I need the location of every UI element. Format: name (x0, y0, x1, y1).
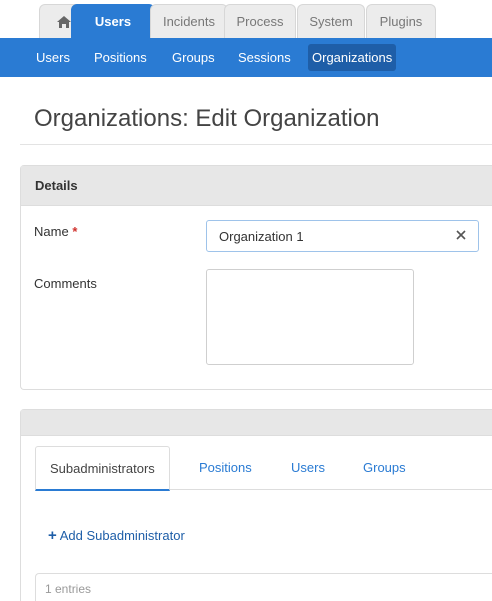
details-panel: Details Name * Comments (20, 165, 492, 390)
entries-count: 1 entries (45, 582, 92, 596)
details-panel-header: Details (21, 166, 492, 206)
name-label-text: Name (34, 224, 69, 239)
comments-textarea[interactable] (206, 269, 414, 365)
home-icon (57, 15, 71, 28)
top-tab-bar: Users Incidents Process System Plugins (0, 0, 492, 38)
members-tab-row: Subadministrators Positions Users Groups (35, 446, 492, 491)
tab-groups[interactable]: Groups (363, 446, 406, 490)
page-title: Organizations: Edit Organization (34, 105, 380, 132)
sub-navigation: Users Positions Groups Sessions Organiza… (0, 38, 492, 77)
tab-system[interactable]: System (297, 4, 365, 38)
required-marker: * (72, 224, 78, 239)
add-subadministrator-link[interactable]: + Add Subadministrator (48, 527, 185, 544)
details-header-label: Details (35, 178, 78, 193)
tab-process[interactable]: Process (224, 4, 296, 38)
members-panel-header (21, 410, 492, 436)
plus-icon: + (48, 527, 57, 544)
name-label: Name * (34, 224, 77, 239)
name-field[interactable] (206, 220, 479, 252)
tab-incidents[interactable]: Incidents (150, 4, 228, 38)
entries-container: 1 entries (35, 573, 492, 601)
title-divider (20, 144, 492, 145)
add-subadministrator-label: Add Subadministrator (59, 528, 185, 543)
subnav-positions[interactable]: Positions (90, 44, 151, 71)
subnav-users[interactable]: Users (32, 44, 74, 71)
tab-users[interactable]: Users (71, 4, 155, 38)
tab-subadministrators[interactable]: Subadministrators (35, 446, 170, 491)
clear-icon[interactable] (454, 228, 468, 242)
tab-positions[interactable]: Positions (199, 446, 252, 490)
subnav-organizations[interactable]: Organizations (308, 44, 397, 71)
tab-plugins[interactable]: Plugins (366, 4, 436, 38)
subnav-sessions[interactable]: Sessions (234, 44, 295, 71)
members-panel: Subadministrators Positions Users Groups… (20, 409, 492, 601)
subnav-groups[interactable]: Groups (168, 44, 219, 71)
comments-label: Comments (34, 276, 97, 291)
tab-users-members[interactable]: Users (291, 446, 325, 490)
name-input[interactable] (207, 221, 437, 251)
